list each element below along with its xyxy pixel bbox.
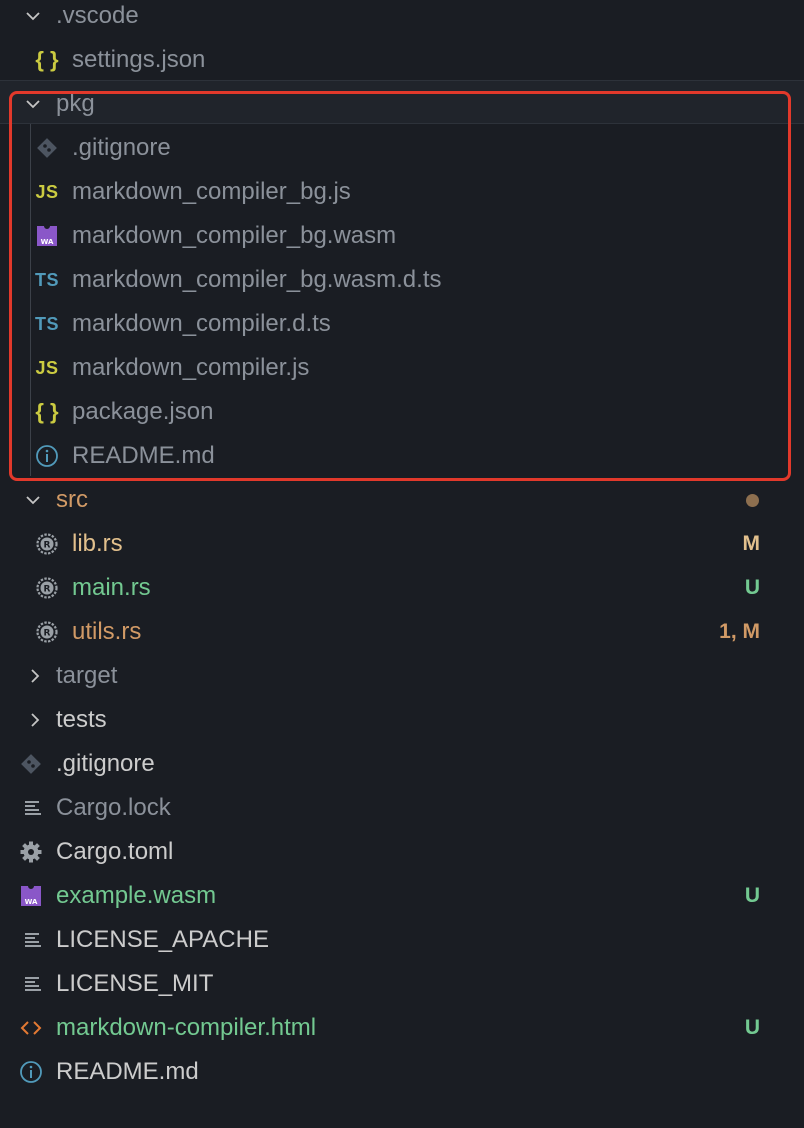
json-braces-icon: { } xyxy=(35,47,59,72)
file-license-apache[interactable]: LICENSE_APACHE xyxy=(0,918,804,962)
folder-tests[interactable]: tests xyxy=(0,698,804,742)
git-status-badge: U xyxy=(744,1016,760,1039)
git-status-badge: U xyxy=(744,576,760,599)
svg-text:R: R xyxy=(44,629,51,639)
folder-label: tests xyxy=(56,706,107,733)
highlight-box xyxy=(9,91,791,481)
chevron-right-icon xyxy=(24,665,46,687)
file-label: main.rs xyxy=(72,574,151,601)
svg-text:R: R xyxy=(44,585,51,595)
rust-icon: R xyxy=(34,619,60,645)
file-label: LICENSE_APACHE xyxy=(56,926,269,953)
file-lib-rs[interactable]: R lib.rs M xyxy=(0,522,804,566)
file-label: utils.rs xyxy=(72,618,142,645)
file-main-rs[interactable]: R main.rs U xyxy=(0,566,804,610)
svg-text:R: R xyxy=(44,541,51,551)
file-label: lib.rs xyxy=(72,530,123,557)
git-diamond-icon xyxy=(18,751,44,777)
info-icon xyxy=(18,1059,44,1085)
file-label: markdown-compiler.html xyxy=(56,1014,317,1041)
file-utils-rs[interactable]: R utils.rs 1, M xyxy=(0,610,804,654)
file-label: LICENSE_MIT xyxy=(56,970,214,997)
file-settings-json[interactable]: { } settings.json xyxy=(0,38,804,82)
file-label: Cargo.toml xyxy=(56,838,174,865)
file-root-readme[interactable]: README.md xyxy=(0,1050,804,1094)
file-label: Cargo.lock xyxy=(56,794,171,821)
git-status-badge: M xyxy=(742,532,761,555)
svg-text:WA: WA xyxy=(25,898,38,906)
git-status-badge: U xyxy=(744,884,760,907)
wasm-icon: WA xyxy=(18,883,44,909)
rust-icon: R xyxy=(34,575,60,601)
file-license-mit[interactable]: LICENSE_MIT xyxy=(0,962,804,1006)
folder-label: target xyxy=(56,662,118,689)
lines-icon xyxy=(20,795,46,821)
folder-label: src xyxy=(56,486,88,513)
lines-icon xyxy=(20,971,46,997)
file-label: example.wasm xyxy=(56,882,217,909)
file-root-gitignore[interactable]: .gitignore xyxy=(0,742,804,786)
file-cargo-toml[interactable]: Cargo.toml xyxy=(0,830,804,874)
folder-label: .vscode xyxy=(56,2,139,29)
file-label: .gitignore xyxy=(56,750,155,777)
chevron-right-icon xyxy=(24,709,46,731)
chevron-down-icon xyxy=(22,489,44,511)
lines-icon xyxy=(20,927,46,953)
file-label: README.md xyxy=(56,1058,199,1085)
file-label: settings.json xyxy=(72,46,206,73)
chevron-down-icon xyxy=(22,5,44,27)
folder-vscode[interactable]: .vscode xyxy=(0,0,804,38)
gear-icon xyxy=(18,839,44,865)
file-markdown-compiler-html[interactable]: markdown-compiler.html U xyxy=(0,1006,804,1050)
folder-src[interactable]: src xyxy=(0,478,804,522)
git-status-badge: 1, M xyxy=(719,620,760,643)
modified-dot-icon xyxy=(746,493,759,507)
file-cargo-lock[interactable]: Cargo.lock xyxy=(0,786,804,830)
rust-icon: R xyxy=(34,531,60,557)
file-example-wasm[interactable]: WA example.wasm U xyxy=(0,874,804,918)
folder-target[interactable]: target xyxy=(0,654,804,698)
html-icon xyxy=(18,1015,44,1041)
